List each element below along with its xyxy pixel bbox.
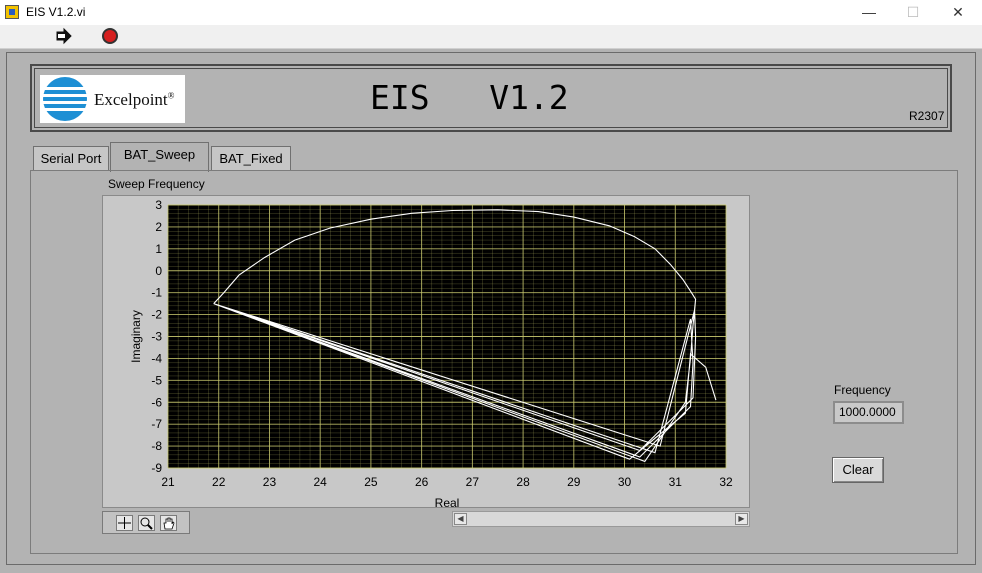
pan-tool-button[interactable] (160, 515, 177, 531)
sweep-frequency-chart: 21 22 23 24 25 26 27 28 29 30 31 323210-1-2-3-4-5-6… (129, 198, 733, 510)
y-tick-label: -4 (151, 351, 162, 365)
x-tick-label: 26 (415, 475, 429, 489)
x-tick-label: 23 (263, 475, 277, 489)
y-axis-label: Imaginary (129, 310, 143, 363)
y-tick-label: -6 (151, 395, 162, 409)
y-tick-label: -7 (151, 417, 162, 431)
x-tick-label: 29 (567, 475, 581, 489)
x-tick-label: 31 (669, 475, 683, 489)
x-axis-label: Real (435, 496, 460, 510)
x-tick-label: 27 (466, 475, 480, 489)
zoom-tool-button[interactable] (138, 515, 155, 531)
y-tick-label: -2 (151, 308, 162, 322)
cursor-tool-button[interactable] (116, 515, 133, 531)
zoom-icon (140, 517, 153, 530)
x-tick-label: 25 (364, 475, 378, 489)
y-tick-label: -3 (151, 330, 162, 344)
y-tick-label: -9 (151, 461, 162, 475)
y-tick-label: 0 (155, 264, 162, 278)
x-tick-label: 32 (719, 475, 733, 489)
y-tick-label: 2 (155, 220, 162, 234)
x-tick-label: 22 (212, 475, 226, 489)
y-tick-label: 3 (155, 198, 162, 212)
x-tick-label: 21 (161, 475, 175, 489)
y-tick-label: -8 (151, 439, 162, 453)
scroll-right-icon[interactable]: ▶ (735, 513, 748, 525)
y-tick-label: 1 (155, 242, 162, 256)
crosshair-icon (118, 517, 131, 529)
graph-palette (102, 511, 190, 534)
y-tick-label: -1 (151, 286, 162, 300)
y-tick-label: -5 (151, 373, 162, 387)
frequency-indicator: 1000.0000 (833, 401, 904, 424)
scroll-left-icon[interactable]: ◀ (454, 513, 467, 525)
x-tick-label: 24 (314, 475, 328, 489)
x-tick-label: 28 (516, 475, 530, 489)
x-tick-label: 30 (618, 475, 632, 489)
hand-icon (163, 517, 175, 530)
graph-horizontal-scrollbar[interactable]: ◀ ▶ (452, 511, 750, 527)
frequency-label: Frequency (834, 383, 891, 397)
clear-button[interactable]: Clear (832, 457, 884, 483)
